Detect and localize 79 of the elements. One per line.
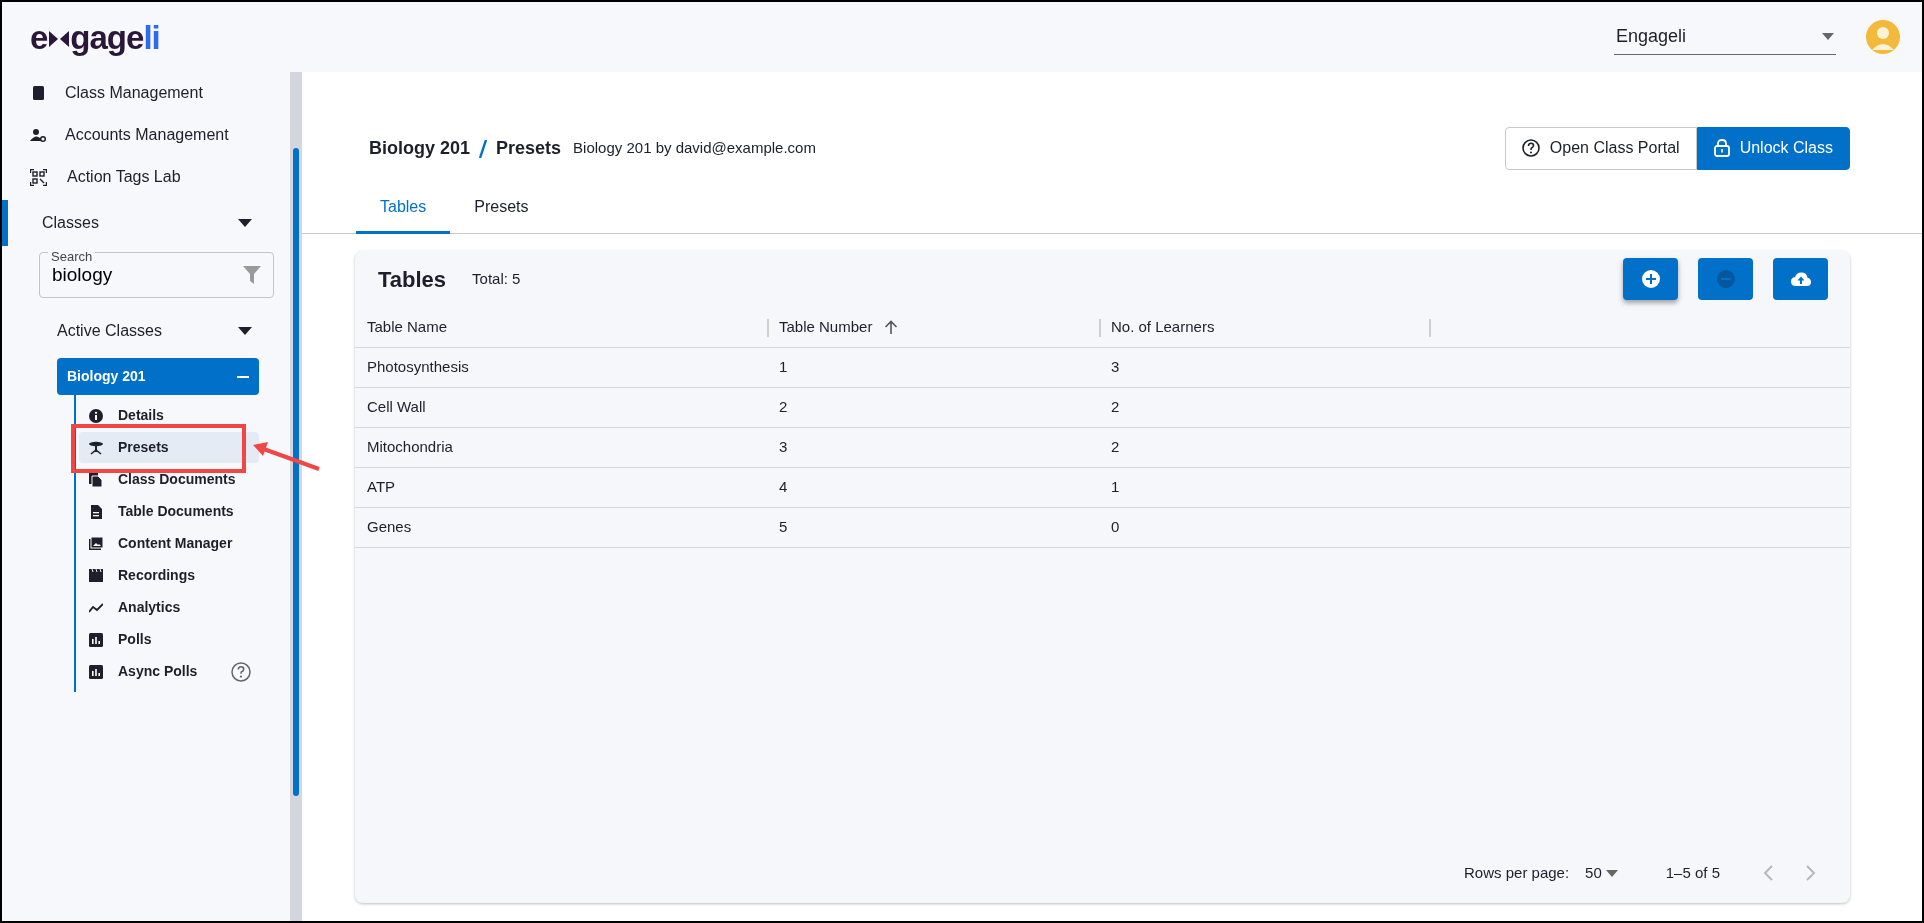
class-menu-item[interactable]: Details: [79, 400, 259, 431]
breadcrumb-item: Presets: [496, 136, 562, 160]
help-icon[interactable]: [231, 661, 251, 682]
qr-code-icon: [30, 168, 47, 186]
book-icon: [30, 84, 47, 102]
caret-icon: [1822, 33, 1834, 40]
info-icon: [89, 408, 103, 423]
scrollbar-thumb[interactable]: [293, 148, 299, 796]
person-gear-icon: [30, 126, 47, 144]
table-cell: 1: [1099, 468, 1429, 508]
class-subtitle: Biology 201 by david@example.com: [573, 137, 816, 158]
add-icon: [1641, 270, 1660, 288]
table-cell: 5: [767, 508, 1099, 548]
clapperboard-icon: [89, 568, 103, 583]
classes-section-header[interactable]: Classes: [2, 200, 290, 246]
table-cell: Genes: [355, 508, 767, 548]
class-menu-item[interactable]: Presets: [79, 432, 259, 463]
sort-ascending-icon[interactable]: [884, 320, 899, 334]
logo: e gageli: [30, 20, 160, 54]
slash-icon: [479, 139, 488, 158]
bar-chart-icon: [89, 632, 103, 647]
caret-icon: [238, 327, 252, 335]
page-range: 1–5 of 5: [1665, 862, 1720, 883]
upload-button[interactable]: [1773, 258, 1828, 300]
breadcrumb-item[interactable]: Biology 201: [369, 134, 471, 162]
class-menu-item[interactable]: Recordings: [79, 560, 259, 591]
class-item[interactable]: Biology 201: [57, 358, 259, 395]
card-title: Tables: [378, 265, 447, 294]
rows-per-page-select[interactable]: 50: [1585, 861, 1618, 885]
table-cell: 1: [767, 348, 1099, 388]
table-cell: ATP: [355, 468, 767, 508]
sidebar-item[interactable]: Class Management: [2, 72, 290, 114]
column-header[interactable]: Table Name: [355, 307, 767, 348]
class-menu-item[interactable]: Class Documents: [79, 464, 259, 495]
sidebar-item[interactable]: Action Tags Lab: [2, 156, 290, 198]
unlock-class-button[interactable]: Unlock Class: [1696, 126, 1850, 170]
class-menu-item[interactable]: Table Documents: [79, 496, 259, 527]
images-icon: [89, 536, 103, 551]
table-cell: Cell Wall: [355, 388, 767, 428]
rows-per-page-label: Rows per page:: [1464, 862, 1570, 883]
help-icon: [1521, 139, 1540, 157]
caret-icon: [1605, 869, 1618, 877]
column-header[interactable]: No. of Learners: [1099, 307, 1429, 348]
chevron-right-icon: [1804, 865, 1816, 881]
add-button[interactable]: [1623, 258, 1678, 300]
active-classes-header[interactable]: Active Classes: [2, 308, 290, 354]
account-dropdown[interactable]: Engageli: [1614, 19, 1836, 55]
class-menu-item[interactable]: Content Manager: [79, 528, 259, 559]
tab[interactable]: Presets: [450, 184, 553, 234]
table-cell: 3: [1099, 348, 1429, 388]
filter-icon[interactable]: [243, 266, 261, 284]
remove-icon: [1716, 270, 1735, 288]
class-menu-item[interactable]: Async Polls: [79, 656, 259, 687]
active-indicator: [2, 200, 8, 246]
bar-chart-icon: [89, 664, 103, 679]
table-cell: 0: [1099, 508, 1429, 548]
total-count: Total: 5: [472, 268, 521, 289]
documents-icon: [89, 472, 103, 487]
table-cell: 2: [1099, 388, 1429, 428]
table-icon: [89, 440, 103, 455]
table-cell: Photosynthesis: [355, 348, 767, 388]
document-icon: [89, 504, 103, 519]
table-cell: 3: [767, 428, 1099, 468]
avatar[interactable]: [1866, 20, 1900, 54]
caret-icon: [238, 219, 252, 227]
table-cell: 4: [767, 468, 1099, 508]
tab[interactable]: Tables: [356, 184, 451, 234]
column-header[interactable]: Table Number: [767, 307, 1099, 348]
sidebar-item[interactable]: Accounts Management: [2, 114, 290, 156]
lock-icon: [1713, 139, 1730, 157]
chevron-left-icon: [1762, 865, 1774, 881]
table-cell: 2: [767, 388, 1099, 428]
table-cell: 2: [1099, 428, 1429, 468]
cloud-upload-icon: [1790, 271, 1811, 287]
class-menu-item[interactable]: Analytics: [79, 592, 259, 623]
table-cell: Mitochondria: [355, 428, 767, 468]
line-chart-icon: [89, 600, 103, 615]
open-portal-button[interactable]: Open Class Portal: [1504, 126, 1697, 170]
class-menu-item[interactable]: Polls: [79, 624, 259, 655]
